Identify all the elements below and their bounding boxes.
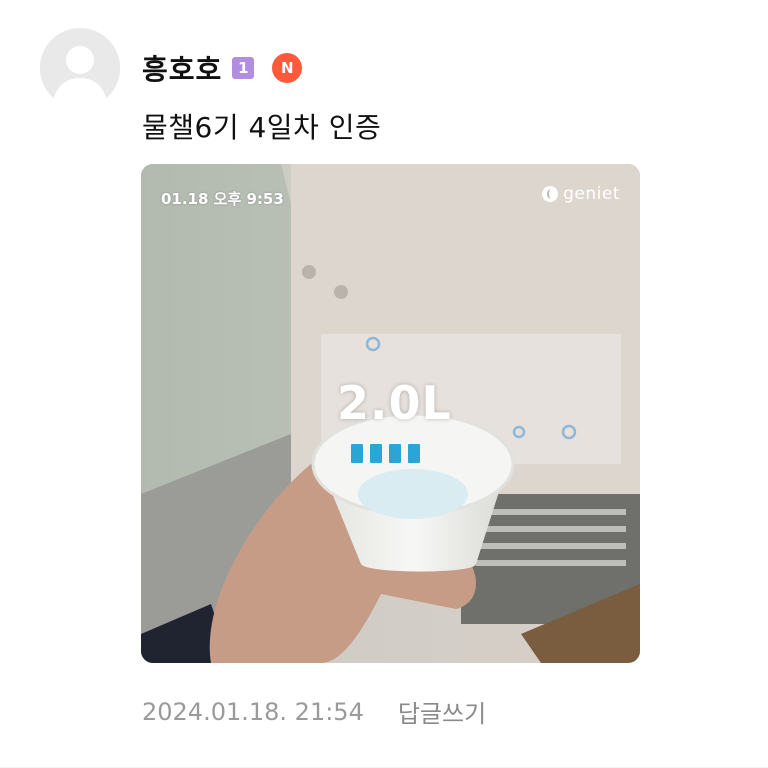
- water-amount-label: 2.0L: [337, 376, 452, 430]
- comment-meta: 2024.01.18. 21:54 답글쓰기: [142, 694, 486, 729]
- level-bar: [351, 444, 363, 463]
- new-badge: N: [272, 53, 303, 83]
- brand-logo-icon: [542, 186, 559, 202]
- brand-name: geniet: [563, 184, 620, 204]
- reply-button[interactable]: 답글쓰기: [398, 694, 486, 729]
- photo-timestamp: 01.18 오후 9:53: [161, 190, 284, 208]
- level-bar: [408, 444, 420, 463]
- comment-text: 물챌6기 4일차 인증: [142, 111, 382, 144]
- attached-photo[interactable]: 01.18 오후 9:53 geniet 2.0L: [141, 164, 640, 663]
- member-level-badge: 1: [232, 57, 255, 79]
- default-profile-icon: [40, 28, 120, 108]
- level-bar: [389, 444, 401, 463]
- avatar[interactable]: [40, 28, 120, 108]
- brand-watermark: geniet: [542, 184, 620, 204]
- comment-timestamp: 2024.01.18. 21:54: [142, 697, 364, 726]
- nickname[interactable]: 흥호호: [142, 48, 222, 88]
- level-bar: [370, 444, 382, 463]
- comment-header: 흥호호 1 N: [142, 48, 303, 88]
- water-level-indicator: [351, 444, 420, 463]
- comment-item: 흥호호 1 N 물챌6기 4일차 인증 01.18 오후 9:53 geniet…: [0, 0, 768, 768]
